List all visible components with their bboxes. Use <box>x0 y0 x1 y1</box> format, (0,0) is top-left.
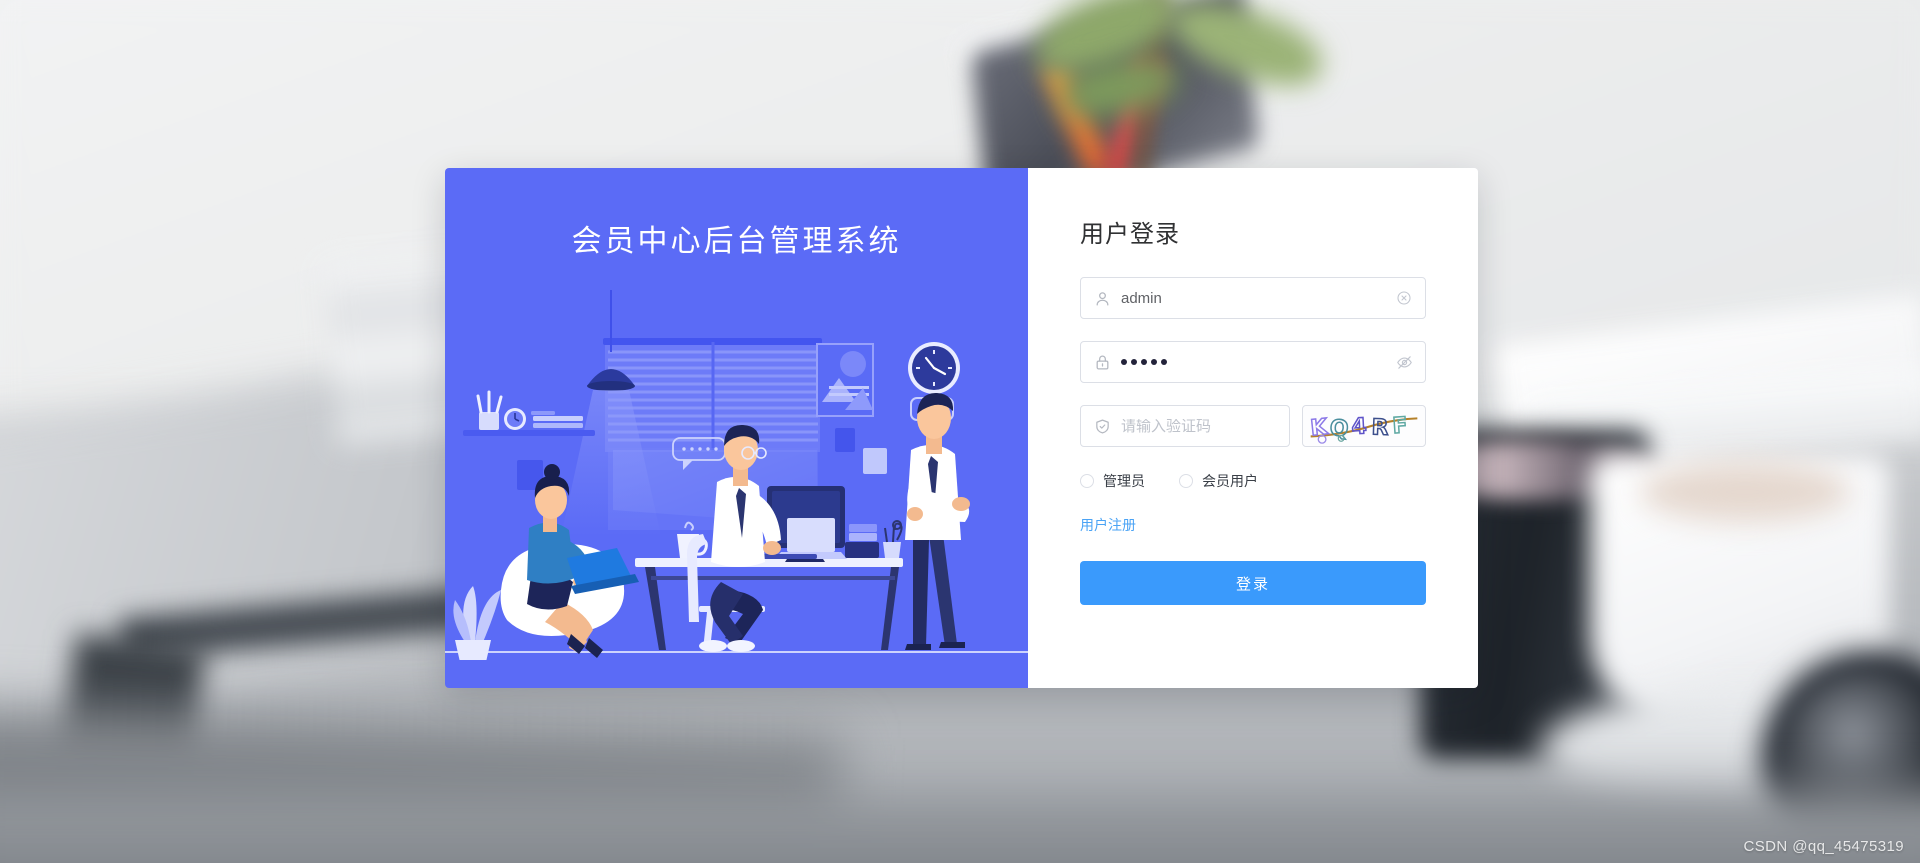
watermark: CSDN @qq_45475319 <box>1743 838 1904 855</box>
page-title: 会员中心后台管理系统 <box>571 225 902 258</box>
radio-admin-label: 管理员 <box>1103 473 1145 489</box>
password-mask <box>1121 359 1395 365</box>
user-icon <box>1093 289 1111 307</box>
bg-coffee-surface <box>1640 462 1850 522</box>
register-link[interactable]: 用户注册 <box>1080 515 1136 535</box>
captcha-image[interactable]: K Q 4 R F <box>1302 405 1426 447</box>
radio-member[interactable]: 会员用户 <box>1179 471 1258 491</box>
login-button[interactable]: 登录 <box>1080 561 1426 605</box>
bg-floor <box>0 790 1920 863</box>
svg-text:R: R <box>1371 415 1389 441</box>
role-radio-group: 管理员 会员用户 <box>1080 467 1426 491</box>
brand-panel: 会员中心后台管理系统 <box>445 168 1028 688</box>
svg-text:F: F <box>1392 413 1409 439</box>
login-card: 会员中心后台管理系统 用户登录 admin 请输入验证码 K Q 4 R F 管… <box>445 168 1478 688</box>
login-form-panel: 用户登录 admin 请输入验证码 K Q 4 R F 管理员 会员用户 用户注… <box>1028 168 1478 688</box>
password-field[interactable] <box>1080 341 1426 383</box>
shield-check-icon <box>1093 417 1111 435</box>
office-team-illustration <box>445 290 1028 660</box>
svg-text:4: 4 <box>1351 414 1368 440</box>
eye-off-icon[interactable] <box>1395 353 1413 371</box>
captcha-field[interactable]: 请输入验证码 <box>1080 405 1290 447</box>
svg-text:Q: Q <box>1329 416 1349 442</box>
clear-circle-icon[interactable] <box>1395 289 1413 307</box>
radio-admin[interactable]: 管理员 <box>1080 471 1145 491</box>
password-input[interactable] <box>1121 359 1395 365</box>
radio-dot <box>1080 474 1094 488</box>
captcha-input-placeholder[interactable]: 请输入验证码 <box>1121 419 1277 434</box>
lock-icon <box>1093 353 1111 371</box>
radio-member-label: 会员用户 <box>1202 473 1258 489</box>
form-title: 用户登录 <box>1080 221 1180 248</box>
username-field[interactable]: admin <box>1080 277 1426 319</box>
captcha-row: 请输入验证码 K Q 4 R F <box>1080 405 1426 447</box>
radio-dot <box>1179 474 1193 488</box>
username-input[interactable]: admin <box>1121 291 1395 306</box>
